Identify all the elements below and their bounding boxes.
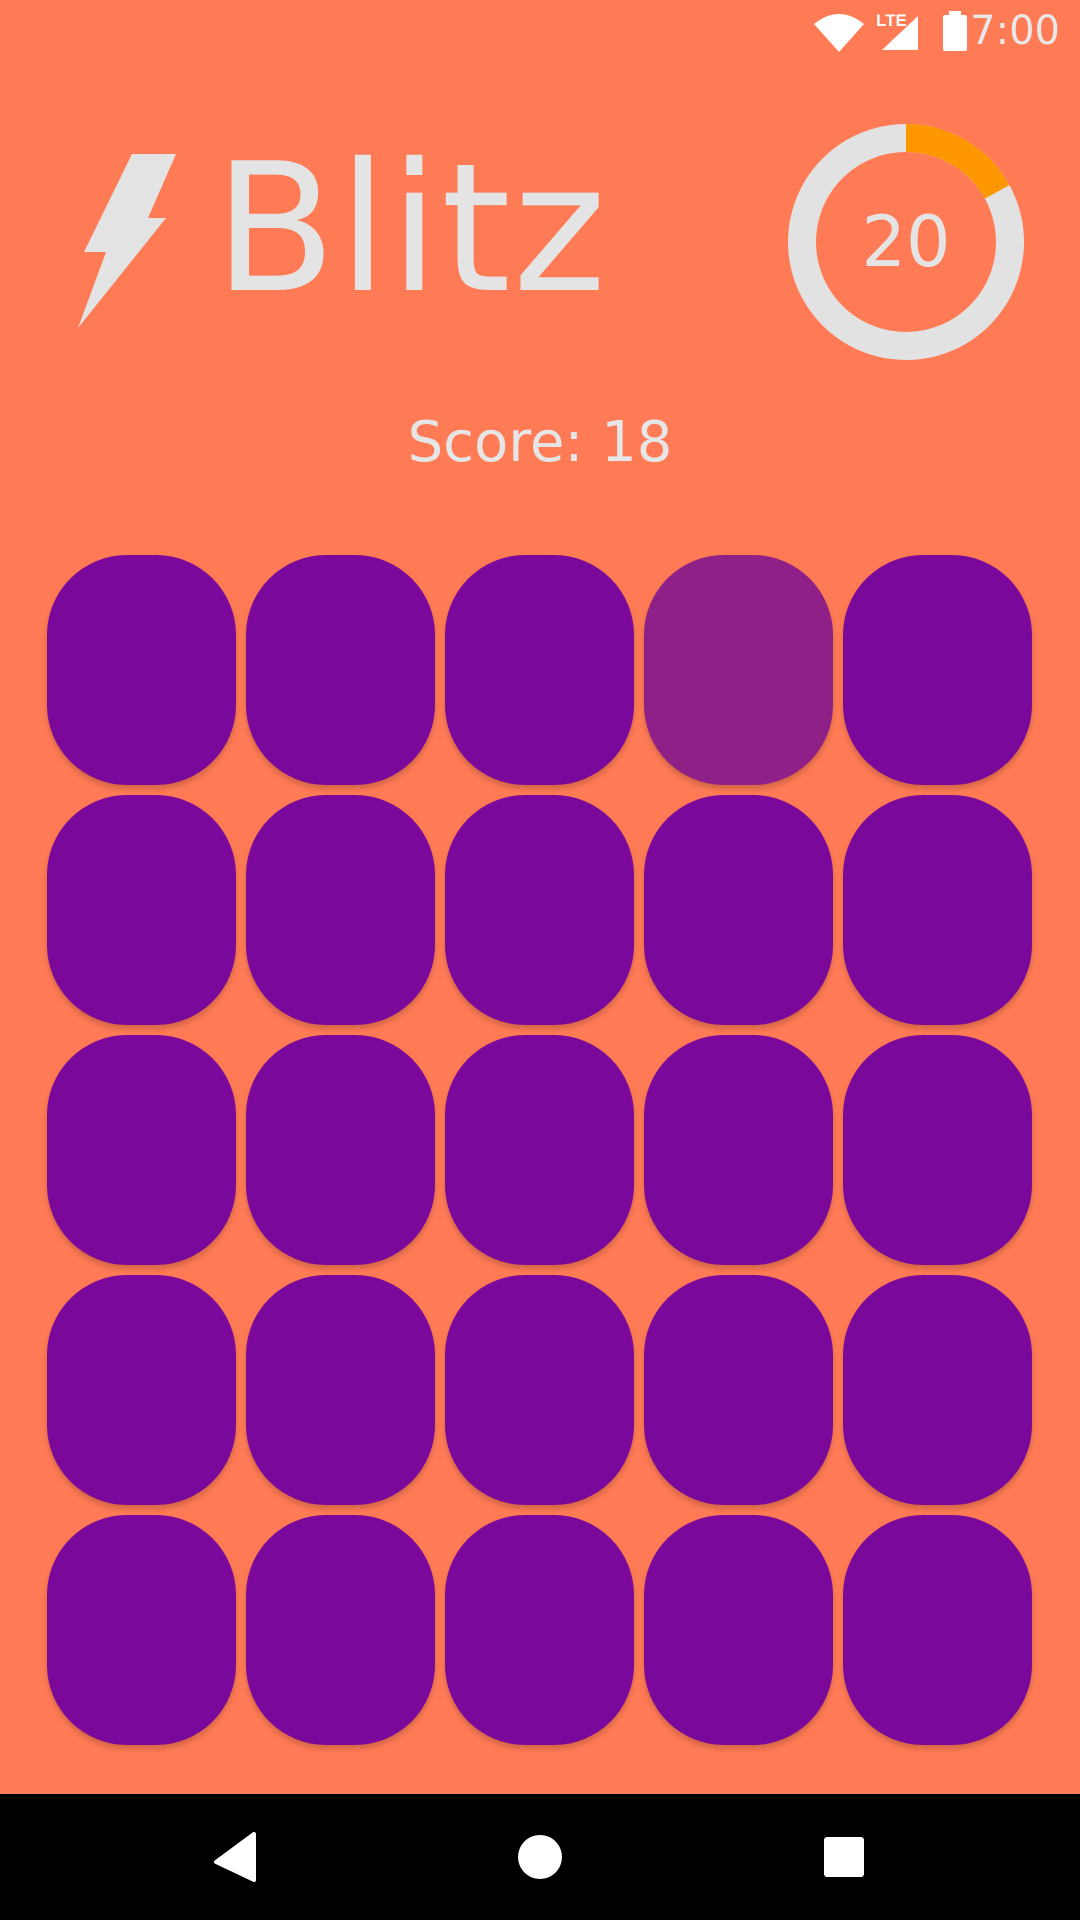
battery-icon [941, 11, 969, 56]
status-time: 7:00 [970, 8, 1060, 54]
countdown-timer: 20 [786, 122, 1026, 362]
game-tile[interactable] [47, 1515, 236, 1745]
game-tile[interactable] [644, 795, 833, 1025]
game-tile-highlighted[interactable] [644, 555, 833, 785]
game-tile[interactable] [843, 1275, 1032, 1505]
game-tile[interactable] [843, 555, 1032, 785]
game-tile[interactable] [246, 1275, 435, 1505]
recents-icon[interactable] [809, 1822, 879, 1892]
navigation-bar [0, 1794, 1080, 1920]
status-bar: LTE 7:00 [0, 0, 1080, 63]
home-icon[interactable] [505, 1822, 575, 1892]
back-icon[interactable] [202, 1822, 272, 1892]
timer-value: 20 [861, 201, 951, 283]
game-tile[interactable] [644, 1515, 833, 1745]
game-tile[interactable] [47, 1035, 236, 1265]
game-tile[interactable] [445, 555, 634, 785]
game-tile[interactable] [246, 555, 435, 785]
app-title: Blitz [214, 125, 609, 332]
game-tile[interactable] [644, 1275, 833, 1505]
game-tile[interactable] [246, 795, 435, 1025]
game-tile[interactable] [47, 1275, 236, 1505]
game-tile[interactable] [843, 1515, 1032, 1745]
game-screen: LTE 7:00 Blitz 20 Score: 18 [0, 0, 1080, 1794]
game-tile[interactable] [246, 1035, 435, 1265]
tile-grid [47, 555, 1033, 1745]
svg-text:LTE: LTE [876, 11, 907, 30]
game-tile[interactable] [445, 1515, 634, 1745]
game-tile[interactable] [47, 555, 236, 785]
game-tile[interactable] [843, 795, 1032, 1025]
wifi-icon [814, 12, 864, 57]
score-label: Score: 18 [407, 410, 673, 475]
game-tile[interactable] [843, 1035, 1032, 1265]
game-tile[interactable] [47, 795, 236, 1025]
game-tile[interactable] [445, 1275, 634, 1505]
game-tile[interactable] [246, 1515, 435, 1745]
lightning-bolt-icon [76, 154, 176, 328]
game-tile[interactable] [445, 1035, 634, 1265]
game-tile[interactable] [644, 1035, 833, 1265]
game-tile[interactable] [445, 795, 634, 1025]
